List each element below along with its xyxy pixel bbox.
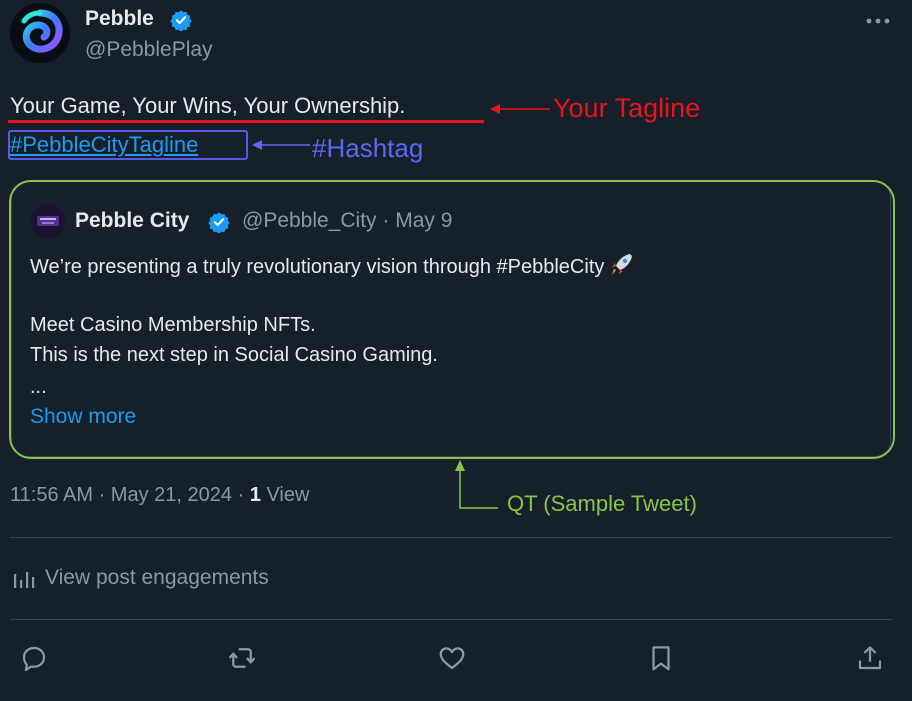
bookmark-icon	[652, 646, 670, 671]
quote-text-line-2: Meet Casino Membership NFTs.	[30, 314, 316, 336]
verified-badge-icon	[208, 212, 230, 233]
pebble-swirl-logo-icon	[21, 9, 63, 53]
timestamp-text[interactable]: 11:56 AM · May 21, 2024 ·	[10, 484, 250, 506]
show-more-link[interactable]: Show more	[30, 405, 136, 429]
reply-icon	[22, 646, 46, 671]
tagline-annotation: Your Tagline	[553, 93, 701, 123]
more-horizontal-icon[interactable]	[864, 10, 892, 32]
divider	[10, 619, 892, 620]
share-icon	[858, 646, 882, 670]
quote-account-name[interactable]: Pebble City	[75, 209, 189, 233]
bookmark-button[interactable]	[643, 640, 679, 676]
tagline-arrow-icon	[490, 104, 550, 114]
pebble-city-logo-icon	[31, 204, 65, 238]
divider	[10, 537, 892, 538]
rocket-icon	[612, 254, 633, 275]
quote-handle-date[interactable]: @Pebble_City · May 9	[242, 209, 452, 233]
quote-text-ellipsis: ...	[30, 376, 47, 398]
view-post-engagements-link[interactable]: View post engagements	[45, 566, 269, 590]
repost-icon	[228, 648, 256, 668]
quote-text-line-3: This is the next step in Social Casino G…	[30, 344, 438, 366]
hashtag-arrow-icon	[252, 140, 310, 150]
hashtag-annotation: #Hashtag	[312, 133, 424, 163]
post-timestamp: 11:56 AM · May 21, 2024 · 1 View	[10, 484, 309, 507]
views-label: View	[260, 484, 310, 506]
analytics-bars-icon	[14, 572, 35, 588]
reply-button[interactable]	[16, 640, 52, 676]
account-name[interactable]: Pebble	[85, 7, 154, 31]
quote-line-1-text: We’re presenting a truly revolutionary v…	[30, 256, 605, 278]
qt-arrow-icon	[455, 460, 498, 509]
post-hashtag-link[interactable]: #PebbleCityTagline	[10, 132, 198, 158]
tagline-highlight-underline	[8, 120, 484, 123]
quote-avatar[interactable]	[31, 204, 65, 238]
views-count: 1	[249, 484, 261, 506]
post-tagline: Your Game, Your Wins, Your Ownership.	[10, 93, 406, 118]
share-button[interactable]	[852, 640, 888, 676]
heart-icon	[439, 647, 465, 670]
like-button[interactable]	[434, 640, 470, 676]
verified-badge-icon	[170, 10, 192, 31]
account-handle[interactable]: @PebblePlay	[85, 38, 213, 62]
profile-avatar[interactable]	[10, 3, 70, 63]
repost-button[interactable]	[224, 640, 260, 676]
quote-text-line-1: We’re presenting a truly revolutionary v…	[30, 251, 636, 279]
qt-annotation: QT (Sample Tweet)	[507, 491, 697, 516]
